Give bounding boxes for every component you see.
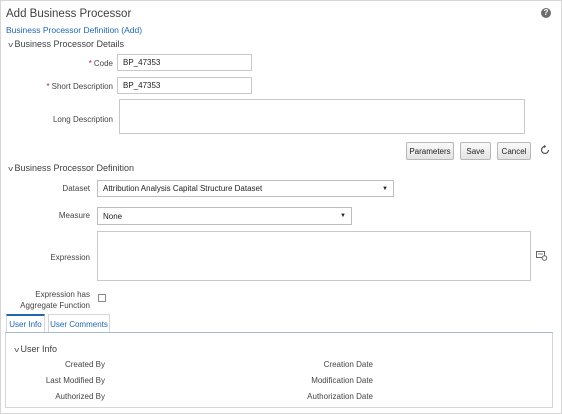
short-description-label: * Short Description	[46, 82, 113, 91]
long-description-textarea[interactable]	[119, 99, 525, 134]
tab-user-comments[interactable]: User Comments	[48, 314, 110, 333]
definition-section-title: Business Processor Definition	[14, 163, 135, 173]
details-section-title: Business Processor Details	[14, 39, 125, 49]
required-marker: *	[46, 82, 50, 91]
modification-date-label: Modification Date	[311, 376, 373, 385]
required-marker: *	[88, 59, 92, 68]
tab-divider	[5, 332, 553, 333]
page-title: Add Business Processor	[6, 8, 132, 20]
parameters-button[interactable]: Parameters	[406, 142, 454, 160]
short-description-field[interactable]: BP_47353	[117, 77, 252, 94]
last-modified-by-label: Last Modified By	[45, 376, 105, 385]
creation-date-label: Creation Date	[323, 360, 373, 369]
save-button[interactable]: Save	[460, 142, 491, 160]
created-by-label: Created By	[64, 360, 105, 369]
expression-textarea[interactable]	[97, 231, 531, 281]
dropdown-caret-icon: ▼	[382, 185, 388, 192]
dataset-select[interactable]: Attribution Analysis Capital Structure D…	[97, 180, 394, 197]
aggregate-function-checkbox[interactable]	[98, 294, 106, 302]
tab-user-info[interactable]: User Info	[6, 314, 45, 333]
user-info-section-header[interactable]: vUser Info	[14, 344, 58, 354]
long-description-label: Long Description	[52, 115, 113, 124]
code-label: * Code	[88, 59, 113, 68]
dropdown-caret-icon: ▼	[340, 213, 346, 219]
chevron-down-icon: v	[8, 166, 14, 173]
measure-selected-value: None	[103, 211, 123, 221]
code-field[interactable]: BP_47353	[117, 54, 252, 71]
dataset-selected-value: Attribution Analysis Capital Structure D…	[103, 184, 263, 193]
chevron-down-icon: v	[8, 42, 14, 49]
refresh-icon[interactable]	[539, 144, 551, 156]
details-section-header[interactable]: vBusiness Processor Details	[8, 39, 125, 49]
dataset-label: Dataset	[62, 184, 90, 193]
authorization-date-label: Authorization Date	[307, 392, 373, 401]
help-icon[interactable]: ?	[541, 8, 551, 18]
expression-label: Expression	[50, 253, 90, 262]
measure-select[interactable]: None ▼	[97, 207, 352, 225]
definition-section-header[interactable]: vBusiness Processor Definition	[8, 163, 135, 173]
breadcrumb[interactable]: Business Processor Definition (Add)	[6, 25, 142, 35]
aggregate-function-label: Expression has Aggregate Function	[20, 290, 90, 310]
expression-builder-icon[interactable]	[536, 251, 548, 261]
authorized-by-label: Authorized By	[55, 392, 105, 401]
chevron-down-icon: v	[14, 347, 20, 354]
user-info-title: User Info	[20, 344, 58, 354]
measure-label: Measure	[58, 211, 90, 220]
cancel-button[interactable]: Cancel	[497, 142, 531, 160]
